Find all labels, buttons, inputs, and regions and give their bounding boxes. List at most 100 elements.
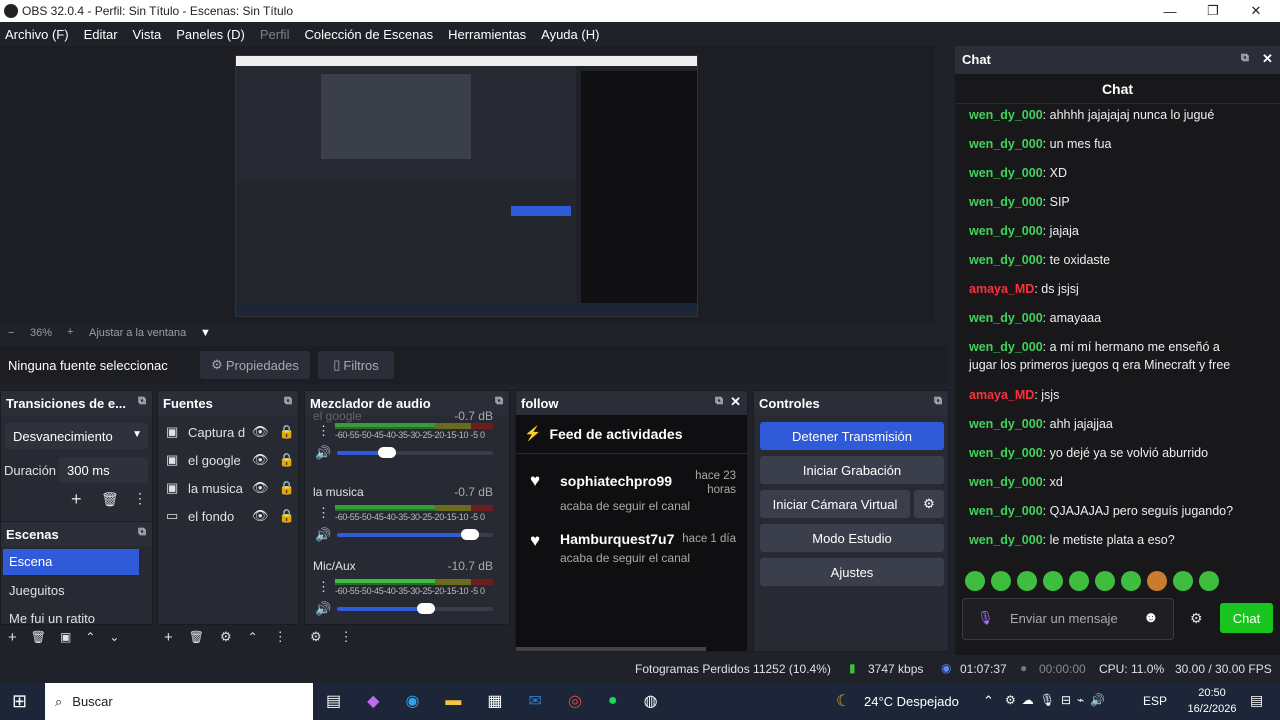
lock-icon[interactable]: 🔒 [279, 424, 295, 440]
more-icon[interactable]: ⋮ [317, 505, 330, 521]
volume-slider[interactable] [337, 529, 493, 540]
weather-text[interactable]: 24°C Despejado [864, 694, 959, 709]
chevron-up-icon[interactable]: ⌃ [85, 630, 95, 644]
edge-icon[interactable]: ◉ [405, 691, 419, 711]
clock-date[interactable]: 16/2/2026 [1186, 703, 1238, 715]
mixer-settings-icon[interactable]: ⚙ [310, 629, 322, 645]
menu-vista[interactable]: Vista [133, 27, 162, 42]
store-icon[interactable]: ▦ [487, 691, 502, 711]
spotify-icon[interactable]: ● [608, 692, 618, 710]
minimize-button[interactable]: — [1150, 0, 1190, 22]
more-icon[interactable]: ⋮ [340, 629, 353, 645]
gear-icon[interactable]: ⚙ [220, 629, 232, 645]
virtual-camera-button[interactable]: Iniciar Cámara Virtual [760, 490, 910, 518]
preview-screen[interactable] [235, 55, 698, 317]
windows-start-icon[interactable]: ⊞ [12, 691, 27, 712]
input-language[interactable]: ESP [1143, 694, 1167, 708]
eye-icon[interactable]: 👁 [252, 508, 269, 524]
chrome-icon[interactable]: ◎ [568, 691, 582, 711]
emote-icon[interactable] [1095, 571, 1115, 591]
outlook-icon[interactable]: ✉ [529, 691, 542, 711]
emote-icon[interactable] [1199, 571, 1219, 591]
chat-username[interactable]: amaya_MD [969, 388, 1034, 402]
undock-icon[interactable]: ⧉ [1241, 52, 1249, 65]
source-item[interactable]: ▣ la musica 👁 🔒 [166, 477, 296, 499]
chevron-down-icon[interactable]: ⌄ [109, 630, 119, 644]
zoom-in-button[interactable]: + [67, 326, 73, 338]
volume-slider[interactable] [337, 603, 493, 614]
trash-icon[interactable]: 🗑 [101, 491, 119, 508]
undock-icon[interactable]: ⧉ [138, 395, 146, 408]
speaker-icon[interactable]: 🔊 [315, 445, 331, 461]
scene-item[interactable]: Escena [3, 549, 139, 575]
chat-send-button[interactable]: Chat [1220, 603, 1273, 633]
tray-icons[interactable]: ⚙☁🎙⊟⌁🔊 [1005, 693, 1111, 707]
transition-type-select[interactable]: Desvanecimiento ▼ [5, 423, 148, 449]
emoji-icon[interactable]: ☻ [1143, 609, 1159, 626]
chat-username[interactable]: amaya_MD [969, 282, 1034, 296]
eye-icon[interactable]: 👁 [252, 480, 269, 496]
add-icon[interactable]: + [8, 629, 17, 646]
settings-button[interactable]: Ajustes [760, 558, 944, 586]
scene-item[interactable]: Jueguitos [3, 578, 139, 604]
close-button[interactable]: ✕ [1236, 0, 1276, 22]
more-icon[interactable]: ⋮ [317, 579, 330, 595]
more-icon[interactable]: ⋮ [133, 490, 147, 507]
emote-icon[interactable] [965, 571, 985, 591]
start-recording-button[interactable]: Iniciar Grabación [760, 456, 944, 484]
chat-username[interactable]: wen_dy_000 [969, 195, 1043, 209]
emote-icon[interactable] [1069, 571, 1089, 591]
close-icon[interactable]: ✕ [1262, 51, 1273, 67]
emote-icon[interactable] [1173, 571, 1193, 591]
chat-username[interactable]: wen_dy_000 [969, 340, 1043, 354]
trash-icon[interactable]: 🗑 [31, 630, 46, 644]
chat-username[interactable]: wen_dy_000 [969, 446, 1043, 460]
copilot-icon[interactable]: ◆ [367, 691, 379, 711]
filter-icon[interactable]: ▣ [60, 630, 71, 644]
zoom-out-button[interactable]: − [8, 327, 14, 339]
chat-settings-icon[interactable]: ⚙ [1190, 610, 1203, 627]
eye-icon[interactable]: 👁 [252, 424, 269, 440]
more-icon[interactable]: ⋮ [317, 423, 330, 439]
source-item[interactable]: ▭ el fondo 👁 🔒 [166, 505, 296, 527]
close-icon[interactable]: ✕ [730, 394, 741, 410]
menu-herramientas[interactable]: Herramientas [448, 27, 526, 42]
notifications-icon[interactable]: ▤ [1250, 692, 1263, 709]
chat-username[interactable]: wen_dy_000 [969, 533, 1043, 547]
stop-streaming-button[interactable]: Detener Transmisión [760, 422, 944, 450]
source-item[interactable]: ▣ Captura d 👁 🔒 [166, 421, 296, 443]
lock-icon[interactable]: 🔒 [279, 480, 295, 496]
chat-username[interactable]: wen_dy_000 [969, 108, 1043, 122]
zoom-fit-label[interactable]: Ajustar a la ventana [89, 327, 186, 339]
chat-message-input[interactable]: 🎙 Enviar un mensaje ☻ [962, 598, 1174, 640]
clock-time[interactable]: 20:50 [1186, 687, 1238, 699]
undock-icon[interactable]: ⧉ [715, 395, 723, 408]
speaker-icon[interactable]: 🔊 [315, 601, 331, 617]
scene-item[interactable]: Me fui un ratito [3, 606, 139, 624]
emote-icon[interactable] [1017, 571, 1037, 591]
lock-icon[interactable]: 🔒 [279, 452, 295, 468]
more-icon[interactable]: ⋮ [274, 629, 287, 645]
source-item[interactable]: ▣ el google 👁 🔒 [166, 449, 296, 471]
emote-icon[interactable] [991, 571, 1011, 591]
chat-username[interactable]: wen_dy_000 [969, 417, 1043, 431]
taskbar-search[interactable]: ⌕ Buscar [45, 683, 313, 720]
studio-mode-button[interactable]: Modo Estudio [760, 524, 944, 552]
undock-icon[interactable]: ⧉ [934, 395, 942, 408]
zoom-dropdown-icon[interactable]: ▼ [200, 327, 211, 339]
emote-icon[interactable] [1121, 571, 1141, 591]
eye-icon[interactable]: 👁 [252, 452, 269, 468]
speaker-icon[interactable]: 🔊 [315, 527, 331, 543]
file-explorer-icon[interactable]: ▬ [445, 692, 461, 710]
obs-icon[interactable]: ◍ [644, 691, 658, 711]
properties-button[interactable]: ⚙ Propiedades [200, 351, 310, 379]
lock-icon[interactable]: 🔒 [279, 508, 295, 524]
chat-username[interactable]: wen_dy_000 [969, 224, 1043, 238]
chat-username[interactable]: wen_dy_000 [969, 137, 1043, 151]
chat-username[interactable]: wen_dy_000 [969, 504, 1043, 518]
undock-icon[interactable]: ⧉ [138, 526, 146, 539]
horizontal-scrollbar[interactable] [516, 647, 706, 651]
add-icon[interactable]: + [164, 629, 173, 646]
chat-username[interactable]: wen_dy_000 [969, 166, 1043, 180]
menu-paneles[interactable]: Paneles (D) [176, 27, 245, 42]
